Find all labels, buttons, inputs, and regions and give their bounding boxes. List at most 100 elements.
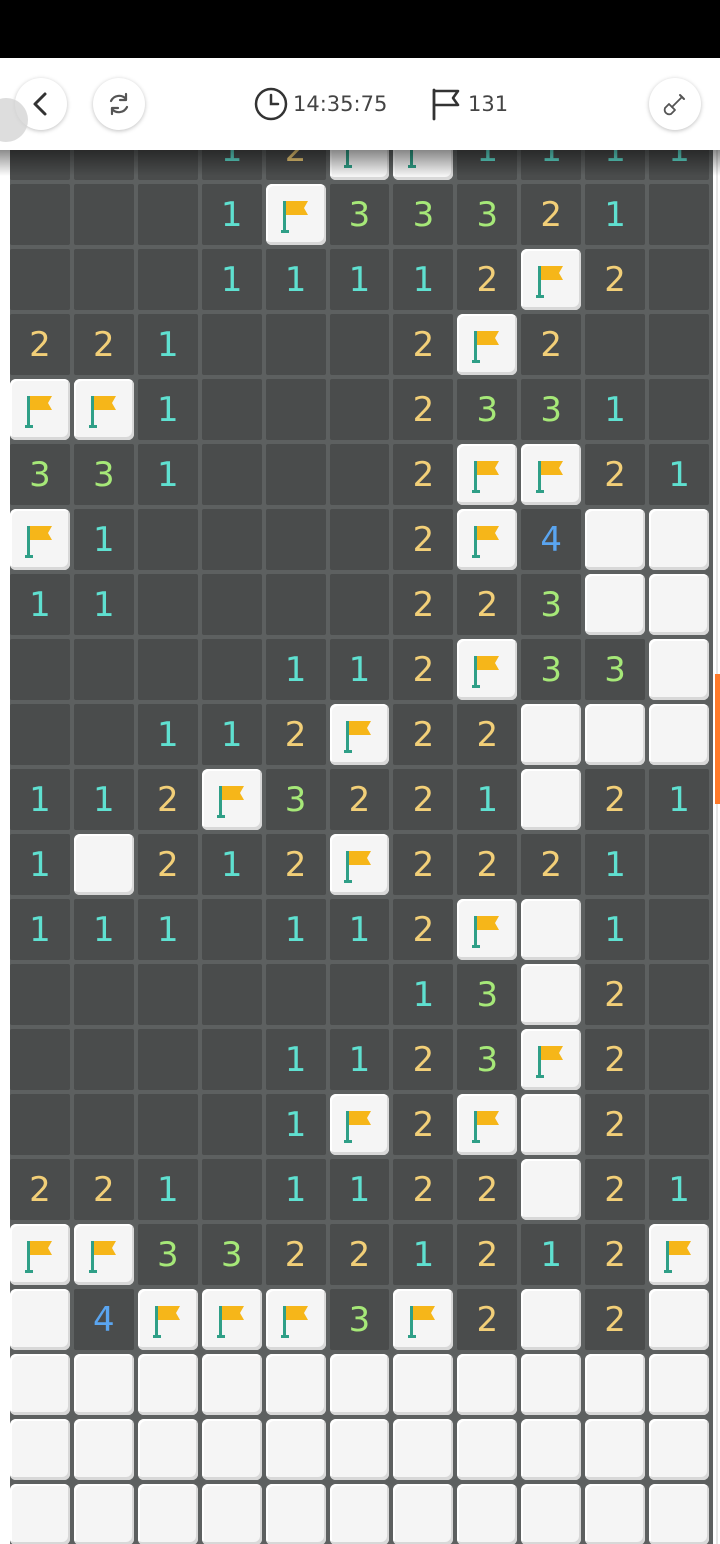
cell-revealed-empty[interactable] — [329, 964, 390, 1025]
cell-flagged[interactable] — [329, 704, 390, 765]
cell-flagged[interactable] — [265, 1289, 326, 1350]
cell-revealed-empty[interactable] — [137, 184, 198, 245]
cell-number[interactable]: 1 — [137, 314, 198, 375]
cell-flagged[interactable] — [457, 444, 518, 505]
cell-number[interactable]: 2 — [585, 769, 646, 830]
cell-flagged[interactable] — [457, 509, 518, 570]
cell-number[interactable]: 2 — [73, 314, 134, 375]
cell-number[interactable]: 2 — [457, 704, 518, 765]
cell-number[interactable]: 1 — [585, 379, 646, 440]
cell-number[interactable]: 1 — [73, 509, 134, 570]
cell-number[interactable]: 1 — [649, 1159, 709, 1220]
cell-revealed-empty[interactable] — [649, 1029, 709, 1090]
cell-flagged[interactable] — [137, 1289, 198, 1350]
cell-revealed-empty[interactable] — [137, 249, 198, 310]
cell-covered[interactable] — [265, 1484, 326, 1544]
cell-number[interactable]: 1 — [521, 1224, 582, 1285]
cell-covered[interactable] — [521, 1419, 582, 1480]
cell-covered[interactable] — [521, 899, 582, 960]
cell-number[interactable]: 1 — [329, 1029, 390, 1090]
cell-number[interactable]: 1 — [201, 184, 262, 245]
cell-flagged[interactable] — [457, 639, 518, 700]
cell-flagged[interactable] — [201, 769, 262, 830]
cell-number[interactable]: 1 — [10, 574, 70, 635]
cell-covered[interactable] — [649, 639, 709, 700]
cell-revealed-empty[interactable] — [10, 704, 70, 765]
cell-covered[interactable] — [585, 509, 646, 570]
cell-number[interactable]: 2 — [521, 184, 582, 245]
cell-number[interactable]: 2 — [73, 1159, 134, 1220]
cell-revealed-empty[interactable] — [649, 379, 709, 440]
cell-covered[interactable] — [521, 1289, 582, 1350]
cell-revealed-empty[interactable] — [201, 639, 262, 700]
cell-covered[interactable] — [73, 1354, 134, 1415]
cell-number[interactable]: 3 — [457, 964, 518, 1025]
cell-covered[interactable] — [329, 1354, 390, 1415]
cell-number[interactable]: 1 — [265, 1159, 326, 1220]
cell-revealed-empty[interactable] — [201, 899, 262, 960]
cell-revealed-empty[interactable] — [73, 704, 134, 765]
cell-number[interactable]: 2 — [521, 314, 582, 375]
scrollbar-thumb[interactable] — [715, 674, 720, 804]
cell-number[interactable]: 3 — [457, 379, 518, 440]
cell-number[interactable]: 3 — [329, 1289, 390, 1350]
cell-revealed-empty[interactable] — [329, 444, 390, 505]
cell-number[interactable]: 2 — [265, 1224, 326, 1285]
cell-revealed-empty[interactable] — [73, 964, 134, 1025]
cell-revealed-empty[interactable] — [329, 574, 390, 635]
cell-covered[interactable] — [201, 1419, 262, 1480]
cell-revealed-empty[interactable] — [265, 314, 326, 375]
cell-covered[interactable] — [329, 1484, 390, 1544]
cell-number[interactable]: 2 — [457, 574, 518, 635]
cell-covered[interactable] — [649, 1484, 709, 1544]
cell-number[interactable]: 3 — [585, 639, 646, 700]
dig-tool-button[interactable] — [649, 78, 701, 130]
cell-number[interactable]: 1 — [73, 574, 134, 635]
cell-revealed-empty[interactable] — [73, 639, 134, 700]
cell-number[interactable]: 2 — [393, 639, 454, 700]
cell-revealed-empty[interactable] — [137, 1094, 198, 1155]
cell-flagged[interactable] — [10, 509, 70, 570]
cell-number[interactable]: 3 — [73, 444, 134, 505]
cell-revealed-empty[interactable] — [649, 249, 709, 310]
cell-flagged[interactable] — [393, 1289, 454, 1350]
cell-revealed-empty[interactable] — [265, 509, 326, 570]
cell-number[interactable]: 3 — [393, 184, 454, 245]
cell-revealed-empty[interactable] — [10, 964, 70, 1025]
cell-number[interactable]: 2 — [457, 249, 518, 310]
cell-covered[interactable] — [585, 1484, 646, 1544]
cell-number[interactable]: 1 — [329, 1159, 390, 1220]
cell-number[interactable]: 2 — [457, 1224, 518, 1285]
cell-number[interactable]: 4 — [521, 509, 582, 570]
cell-covered[interactable] — [649, 704, 709, 765]
cell-number[interactable]: 1 — [73, 899, 134, 960]
cell-revealed-empty[interactable] — [73, 184, 134, 245]
cell-revealed-empty[interactable] — [10, 184, 70, 245]
cell-revealed-empty[interactable] — [10, 1094, 70, 1155]
cell-number[interactable]: 2 — [585, 1159, 646, 1220]
cell-number[interactable]: 1 — [265, 249, 326, 310]
cell-number[interactable]: 2 — [137, 769, 198, 830]
cell-revealed-empty[interactable] — [265, 379, 326, 440]
cell-flagged[interactable] — [521, 249, 582, 310]
cell-number[interactable]: 1 — [649, 769, 709, 830]
cell-covered[interactable] — [73, 834, 134, 895]
cell-covered[interactable] — [265, 1419, 326, 1480]
cell-revealed-empty[interactable] — [201, 379, 262, 440]
cell-flagged[interactable] — [10, 1224, 70, 1285]
cell-covered[interactable] — [265, 1354, 326, 1415]
cell-revealed-empty[interactable] — [649, 314, 709, 375]
cell-number[interactable]: 2 — [585, 249, 646, 310]
cell-number[interactable]: 2 — [10, 1159, 70, 1220]
cell-number[interactable]: 1 — [201, 704, 262, 765]
cell-covered[interactable] — [393, 1419, 454, 1480]
cell-covered[interactable] — [329, 1419, 390, 1480]
cell-covered[interactable] — [521, 1159, 582, 1220]
cell-number[interactable]: 1 — [10, 834, 70, 895]
cell-covered[interactable] — [585, 1419, 646, 1480]
cell-number[interactable]: 2 — [137, 834, 198, 895]
cell-flagged[interactable] — [521, 444, 582, 505]
cell-number[interactable]: 2 — [329, 769, 390, 830]
cell-covered[interactable] — [585, 1354, 646, 1415]
cell-revealed-empty[interactable] — [10, 249, 70, 310]
